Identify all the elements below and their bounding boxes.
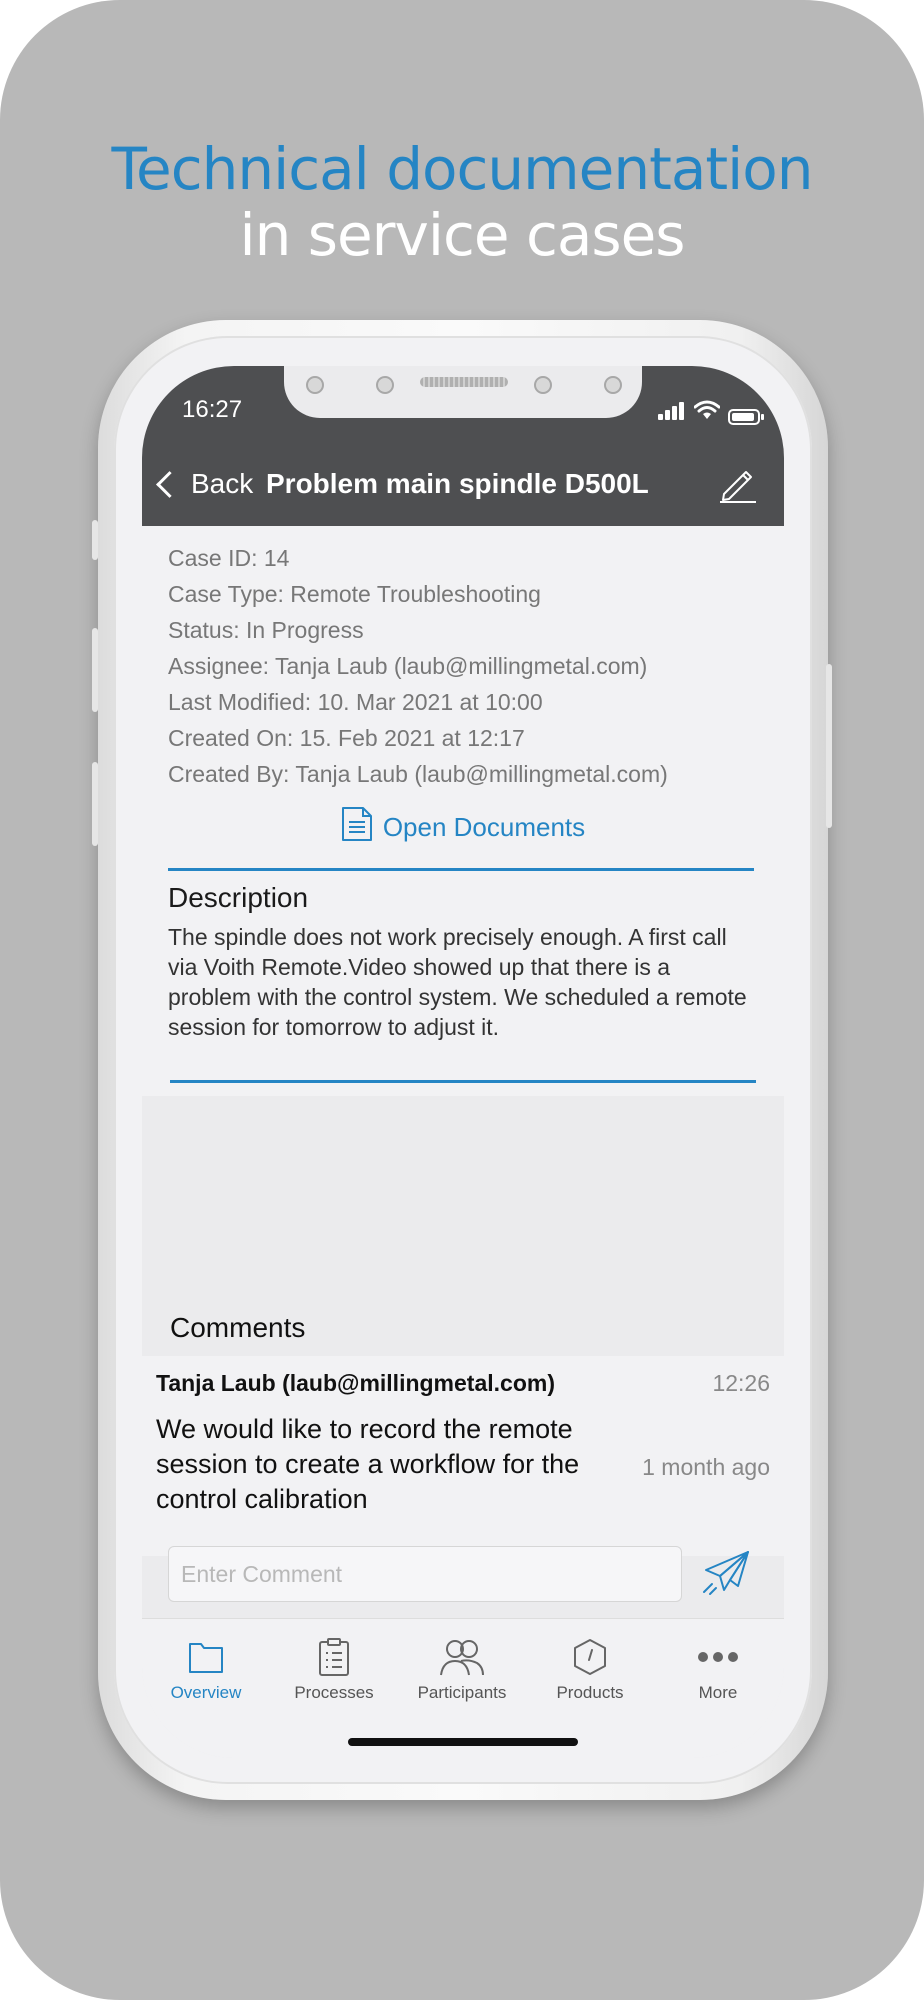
divider: [168, 868, 754, 871]
comment-age: 1 month ago: [642, 1454, 770, 1480]
divider: [170, 1080, 756, 1083]
folder-icon: [142, 1631, 270, 1683]
tab-more[interactable]: More: [654, 1631, 782, 1703]
case-created-by: Created By: Tanja Laub (laub@millingmeta…: [168, 761, 668, 787]
tab-label: Products: [556, 1683, 624, 1702]
tab-processes[interactable]: Processes: [270, 1631, 398, 1703]
comment-author: Tanja Laub (laub@millingmetal.com): [156, 1370, 555, 1396]
mute-switch: [92, 520, 98, 560]
comment-input[interactable]: [168, 1546, 682, 1602]
tab-participants[interactable]: Participants: [398, 1631, 526, 1703]
back-label: Back: [191, 468, 254, 499]
tab-label: More: [698, 1683, 738, 1702]
comment-item[interactable]: Tanja Laub (laub@millingmetal.com) 12:26…: [142, 1356, 784, 1556]
home-indicator[interactable]: [348, 1738, 578, 1746]
headline-line-1: Technical documentation: [111, 135, 813, 203]
phone-screen: 16:27 Back Problem main spindle D500L Ca…: [142, 366, 784, 1758]
power-button: [826, 664, 832, 828]
camera-notch: [284, 366, 642, 418]
earpiece-speaker: [420, 377, 508, 387]
tab-label: Participants: [417, 1683, 507, 1702]
case-last-modified: Last Modified: 10. Mar 2021 at 10:00: [168, 689, 543, 715]
case-created-on: Created On: 15. Feb 2021 at 12:17: [168, 725, 525, 751]
signal-icon: [658, 402, 686, 425]
tab-bar: Overview Processes Participants Products: [142, 1618, 784, 1758]
comments-heading: Comments: [170, 1312, 306, 1343]
tab-overview[interactable]: Overview: [142, 1631, 270, 1703]
front-camera: [534, 376, 552, 394]
comment-time: 12:26: [712, 1370, 770, 1396]
pencil-icon[interactable]: [716, 462, 758, 509]
case-details: Case ID: 14 Case Type: Remote Troublesho…: [142, 526, 784, 1096]
send-icon[interactable]: [702, 1548, 752, 1601]
headline-line-2: in service cases: [239, 201, 685, 269]
case-meta: Case ID: 14 Case Type: Remote Troublesho…: [168, 540, 668, 792]
battery-icon: [728, 409, 764, 425]
case-id: Case ID: 14: [168, 545, 290, 571]
promo-canvas: Technical documentation in service cases…: [0, 0, 924, 2000]
hexagon-icon: [526, 1631, 654, 1683]
description-text: The spindle does not work precisely enou…: [168, 924, 747, 1040]
more-icon: [654, 1631, 782, 1683]
open-documents-label: Open Documents: [382, 812, 586, 842]
open-documents-link[interactable]: Open Documents: [142, 806, 784, 849]
status-time: 16:27: [182, 396, 243, 423]
status-icons: [658, 400, 764, 425]
wifi-icon: [693, 400, 721, 425]
sensor-dot: [604, 376, 622, 394]
case-assignee: Assignee: Tanja Laub (laub@millingmetal.…: [168, 653, 648, 679]
sensor-dot: [306, 376, 324, 394]
tab-label: Processes: [294, 1683, 374, 1702]
people-icon: [398, 1631, 526, 1683]
description-heading: Description: [168, 882, 309, 913]
case-type: Case Type: Remote Troubleshooting: [168, 581, 541, 607]
page-title: Problem main spindle D500L: [266, 468, 649, 499]
chevron-left-icon: [156, 470, 183, 498]
volume-down-button: [92, 762, 98, 846]
document-icon: [341, 806, 373, 849]
tab-products[interactable]: Products: [526, 1631, 654, 1703]
comment-text: We would like to record the remote sessi…: [156, 1414, 580, 1514]
promo-headline: Technical documentation in service cases: [0, 136, 924, 268]
case-status: Status: In Progress: [168, 617, 364, 643]
volume-up-button: [92, 628, 98, 712]
tab-label: Overview: [170, 1683, 242, 1702]
clipboard-icon: [270, 1631, 398, 1683]
back-button[interactable]: Back: [154, 468, 253, 500]
sensor-dot: [376, 376, 394, 394]
